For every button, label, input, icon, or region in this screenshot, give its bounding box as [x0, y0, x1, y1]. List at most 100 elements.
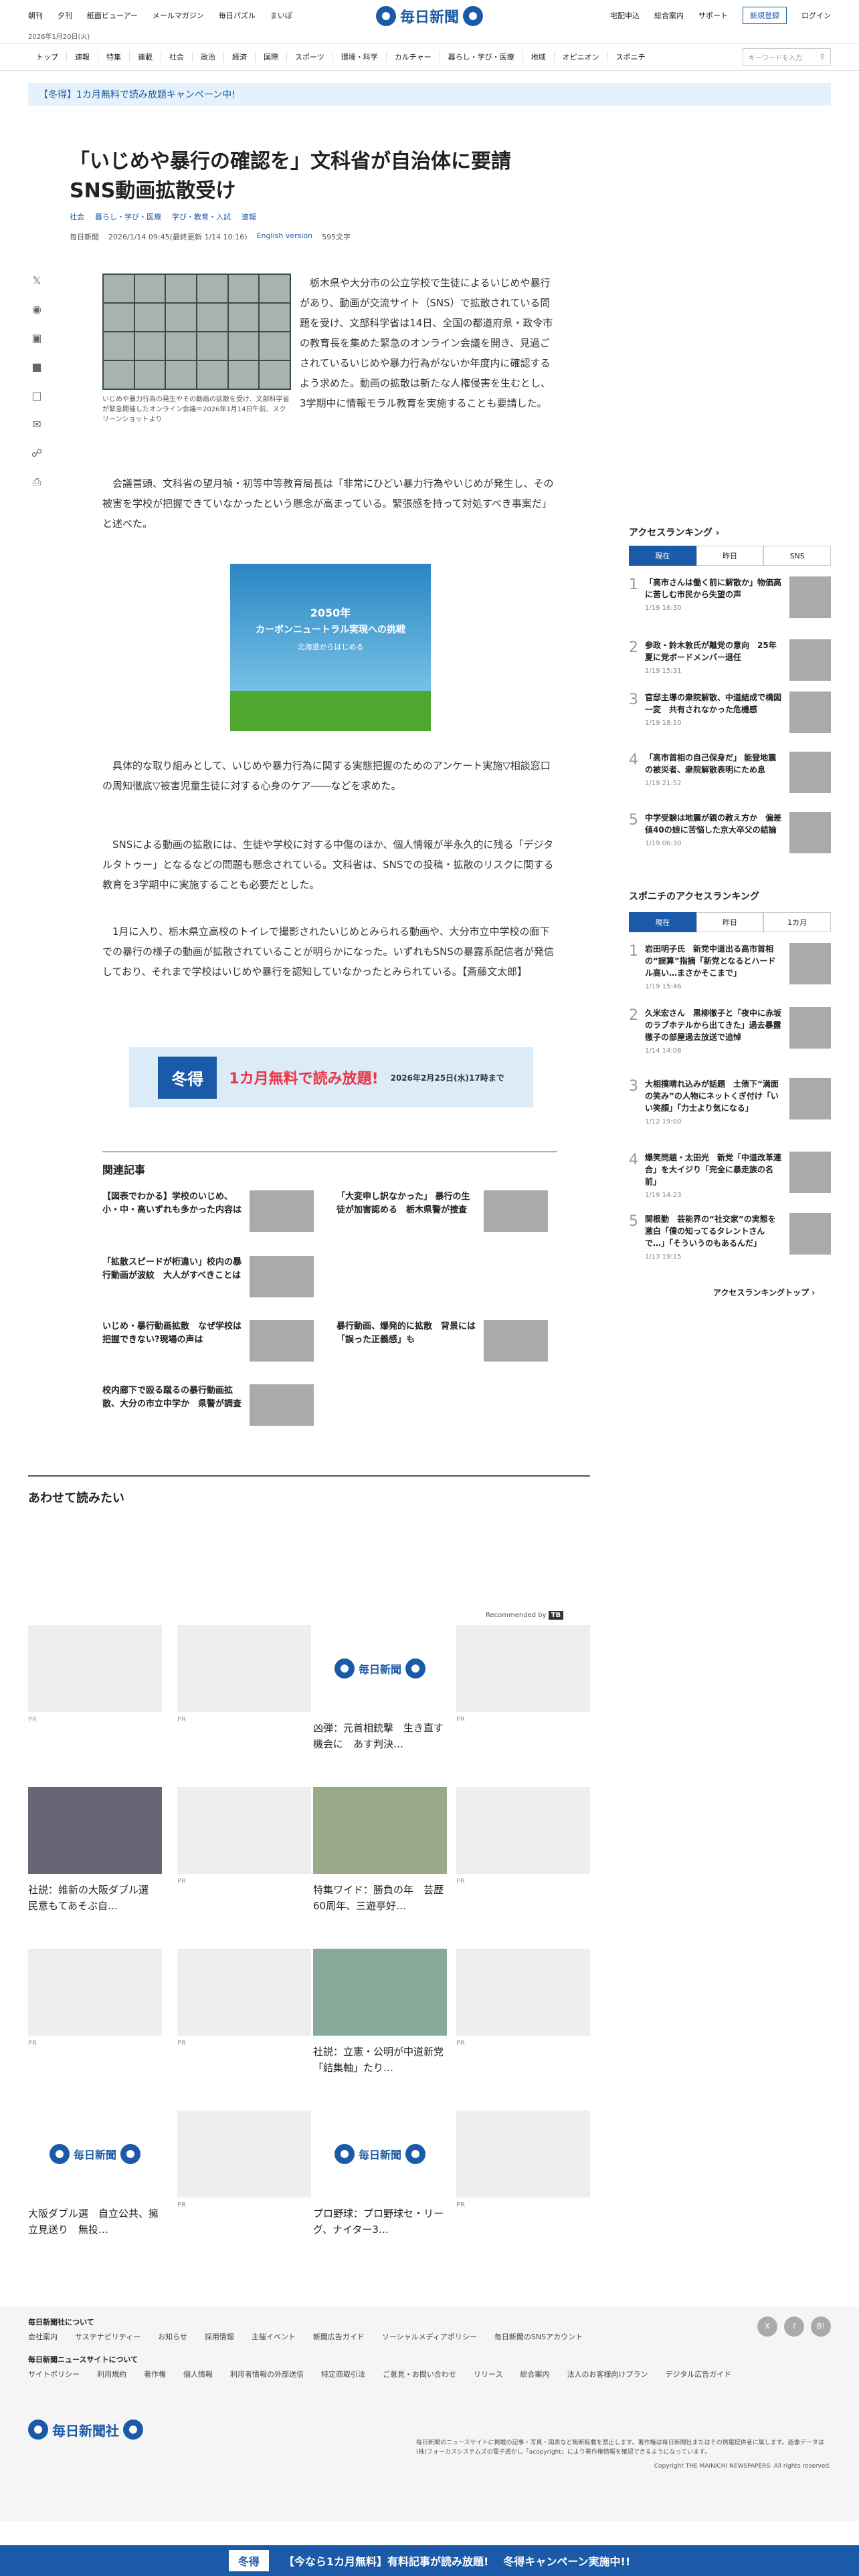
sponichi-item[interactable]: 5 関根勤 芸能界の“社交家”の実態を激白「僕の知ってるタレントさんで…」「そうい… — [629, 1213, 831, 1262]
link-maipo[interactable]: まいぽ — [270, 10, 292, 21]
ranking-item[interactable]: 3 官邸主導の衆院解散、中道結成で構図一変 共有されなかった危機感 1/19 18:… — [629, 691, 831, 733]
tab-sns[interactable]: SNS — [763, 546, 832, 566]
nav-item[interactable]: 特集 — [98, 51, 130, 62]
sponichi-item[interactable]: 4 爆笑問題・太田光 新党「中道改革連合」を大イジり「完全に暴走族の名前」 1/19… — [629, 1152, 831, 1200]
x-icon[interactable]: X — [757, 2317, 777, 2337]
link-mail[interactable]: メールマガジン — [153, 10, 204, 21]
nav-item[interactable]: 暮らし・学び・医療 — [440, 51, 523, 62]
tag[interactable]: 速報 — [242, 211, 256, 222]
nav-item[interactable]: 政治 — [193, 51, 224, 62]
rec-card[interactable]: PR — [177, 1949, 311, 2047]
logo-mark-icon — [463, 6, 484, 26]
tab-yesterday[interactable]: 昨日 — [696, 912, 764, 932]
tab-yesterday[interactable]: 昨日 — [696, 546, 764, 566]
nav-item[interactable]: 速報 — [67, 51, 98, 62]
link-puzzle[interactable]: 毎日パズル — [219, 10, 256, 21]
tab-now[interactable]: 現在 — [629, 546, 696, 566]
ranking-heading[interactable]: アクセスランキング › — [629, 526, 720, 539]
bottom-campaign-bar[interactable]: 冬得 【今なら1カ月無料】有料記事が読み放題! 冬得キャンペーン実施中!! — [0, 2545, 859, 2576]
rec-card[interactable]: PR — [177, 1787, 311, 1885]
rec-card[interactable]: PR — [177, 2111, 311, 2209]
ranking-item[interactable]: 2 参政・鈴木敦氏が離党の意向 25年夏に党ボードメンバー退任 1/19 15:31 — [629, 639, 831, 681]
login-button[interactable]: ログイン — [801, 10, 831, 21]
tag[interactable]: 学び・教育・入試 — [172, 211, 231, 222]
nav-item[interactable]: 経済 — [224, 51, 256, 62]
nav-item[interactable]: 社会 — [161, 51, 193, 62]
rec-card[interactable]: PR — [28, 1949, 162, 2047]
mail-icon[interactable]: ✉ — [32, 418, 41, 431]
ranking-top-link[interactable]: アクセスランキングトップ › — [713, 1287, 815, 1298]
thumbnail — [250, 1256, 314, 1297]
site-logo[interactable]: 毎日新聞 — [375, 5, 484, 27]
campaign-banner[interactable]: 【冬得】1カ月無料で読み放題キャンペーン中! — [28, 83, 831, 106]
link-icon[interactable]: ☍ — [31, 447, 42, 459]
hatena-icon[interactable]: ■ — [31, 360, 41, 373]
related-item[interactable]: 「拡散スピードが桁違い」校内の暴行動画が波紋 大人がすべきことは — [102, 1256, 323, 1297]
related-item[interactable]: 【図表でわかる】学校のいじめ、小・中・高いずれも多かった内容は — [102, 1190, 323, 1232]
article-photo[interactable] — [102, 274, 291, 390]
search-input[interactable]: キーワードを入力 ⚲ — [743, 48, 831, 66]
nav-item[interactable]: 環境・科学 — [333, 51, 387, 62]
bookmark-icon[interactable]: □ — [31, 389, 41, 402]
rec-card[interactable]: 毎日新聞 プロ野球：プロ野球セ・リーグ、ナイター3… — [313, 2111, 447, 2238]
rec-card[interactable]: PR — [28, 1625, 162, 1723]
facebook-icon[interactable]: f — [784, 2317, 804, 2337]
ad-banner[interactable]: 2050年 カーボンニュートラル実現への挑戦 北海道からはじめる — [230, 564, 431, 731]
x-icon[interactable]: 𝕏 — [33, 274, 41, 287]
datetime: 2026/1/14 09:45(最終更新 1/14 10:16) — [108, 233, 248, 241]
link-info[interactable]: 総合案内 — [654, 10, 684, 21]
company-logo[interactable]: 毎日新聞社 — [28, 2420, 831, 2440]
rec-card[interactable]: PR — [456, 2111, 590, 2209]
related-item[interactable]: 暴行動画、爆発的に拡散 背景には「誤った正義感」も — [337, 1320, 557, 1362]
nav-item[interactable]: スポーツ — [287, 51, 333, 62]
date-label: 2026年1月20日(火) — [28, 33, 90, 41]
nav-item[interactable]: トップ — [28, 51, 67, 62]
rec-card[interactable]: PR — [177, 1625, 311, 1723]
hatena-icon[interactable]: B! — [811, 2317, 831, 2337]
nav-item[interactable]: 国際 — [256, 51, 287, 62]
rec-card[interactable]: 社説：維新の大阪ダブル選 民意もてあそぶ自… — [28, 1787, 162, 1914]
campaign-ad[interactable]: 冬得 1カ月無料で読み放題! 2026年2月25日(水)17時まで — [129, 1047, 533, 1107]
link-morning[interactable]: 朝刊 — [28, 10, 43, 21]
tab-month[interactable]: 1カ月 — [763, 912, 832, 932]
thumbnail — [250, 1320, 314, 1362]
sponichi-item[interactable]: 3 大相撲晴れ込みが話題 土俵下“満面の笑み”の人物にネットくぎ付け「いい笑顔」「… — [629, 1078, 831, 1127]
article-tags: 社会 暮らし・学び・医療 学び・教育・入試 速報 — [70, 211, 256, 222]
nav-item[interactable]: オピニオン — [555, 51, 608, 62]
rec-card[interactable]: 毎日新聞 凶弾：元首相銃撃 生き直す機会に あす判決… — [313, 1625, 447, 1752]
facebook-icon[interactable]: ▣ — [31, 332, 41, 344]
sponichi-item[interactable]: 2 久米宏さん 黒柳徹子と「夜中に赤坂のラブホテルから出てきた」過去暴露 徹子の部… — [629, 1007, 831, 1056]
tag[interactable]: 社会 — [70, 211, 84, 222]
search-icon[interactable]: ⚲ — [820, 53, 825, 61]
link-support[interactable]: サポート — [698, 10, 728, 21]
ranking-item[interactable]: 5 中学受験は地震が親の教え方か 偏差値40の娘に苦悩した京大卒父の結論 1/19 … — [629, 812, 831, 853]
nav-item[interactable]: カルチャー — [387, 51, 440, 62]
rec-card[interactable]: PR — [456, 1787, 590, 1885]
english-link[interactable]: English version — [257, 231, 313, 242]
sponichi-heading: スポニチのアクセスランキング — [629, 891, 759, 902]
register-button[interactable]: 新規登録 — [743, 7, 787, 24]
related-item[interactable]: いじめ・暴行動画拡散 なぜ学校は把握できない?現場の声は — [102, 1320, 323, 1362]
ranking-item[interactable]: 4 「高市首相の自己保身だ」 能登地震の被災者、衆院解散表明にため息 1/19 21… — [629, 752, 831, 793]
comment-icon[interactable]: ◉ — [32, 303, 41, 316]
related-item[interactable]: 校内廊下で殴る蹴るの暴行動画拡散、大分の市立中学か 県警が調査 — [102, 1384, 323, 1426]
rec-card[interactable]: 毎日新聞 大阪ダブル選 自立公共、擁立見送り 無投… — [28, 2111, 162, 2238]
link-delivery[interactable]: 宅配申込 — [610, 10, 640, 21]
ranking-item[interactable]: 1 「高市さんは働く前に解散か」物価高に苦しむ市民から失望の声 1/19 16:30 — [629, 576, 831, 618]
footer: 毎日新聞社について 会社案内 サステナビリティー お知らせ 採用情報 主催イベント 新聞広… — [0, 2307, 859, 2521]
link-viewer[interactable]: 紙面ビューアー — [87, 10, 138, 21]
nav-item[interactable]: 連載 — [130, 51, 161, 62]
rec-card[interactable]: PR — [456, 1625, 590, 1723]
recommended-label: Recommended by TB — [486, 1611, 564, 1620]
rec-card[interactable]: 社説：立憲・公明が中道新党 「結集軸」たり… — [313, 1949, 454, 2076]
link-evening[interactable]: 夕刊 — [58, 10, 72, 21]
tab-now[interactable]: 現在 — [629, 912, 696, 932]
related-item[interactable]: 「大変申し訳なかった」 暴行の生徒が加害認める 栃木県警が捜査 — [337, 1190, 557, 1232]
nav-item[interactable]: スポニチ — [608, 51, 654, 62]
tag[interactable]: 暮らし・学び・医療 — [95, 211, 161, 222]
rec-card[interactable]: PR — [456, 1949, 590, 2047]
nav-item[interactable]: 地域 — [523, 51, 555, 62]
sponichi-item[interactable]: 1 岩田明子氏 新党中道出る高市首相の“誤算”指摘「新党となるとハードル高い…まさ… — [629, 943, 831, 992]
rec-card[interactable]: 特集ワイド：勝負の年 芸歴60周年、三遊亭好… — [313, 1787, 447, 1914]
print-icon[interactable]: ⎙ — [33, 475, 41, 489]
